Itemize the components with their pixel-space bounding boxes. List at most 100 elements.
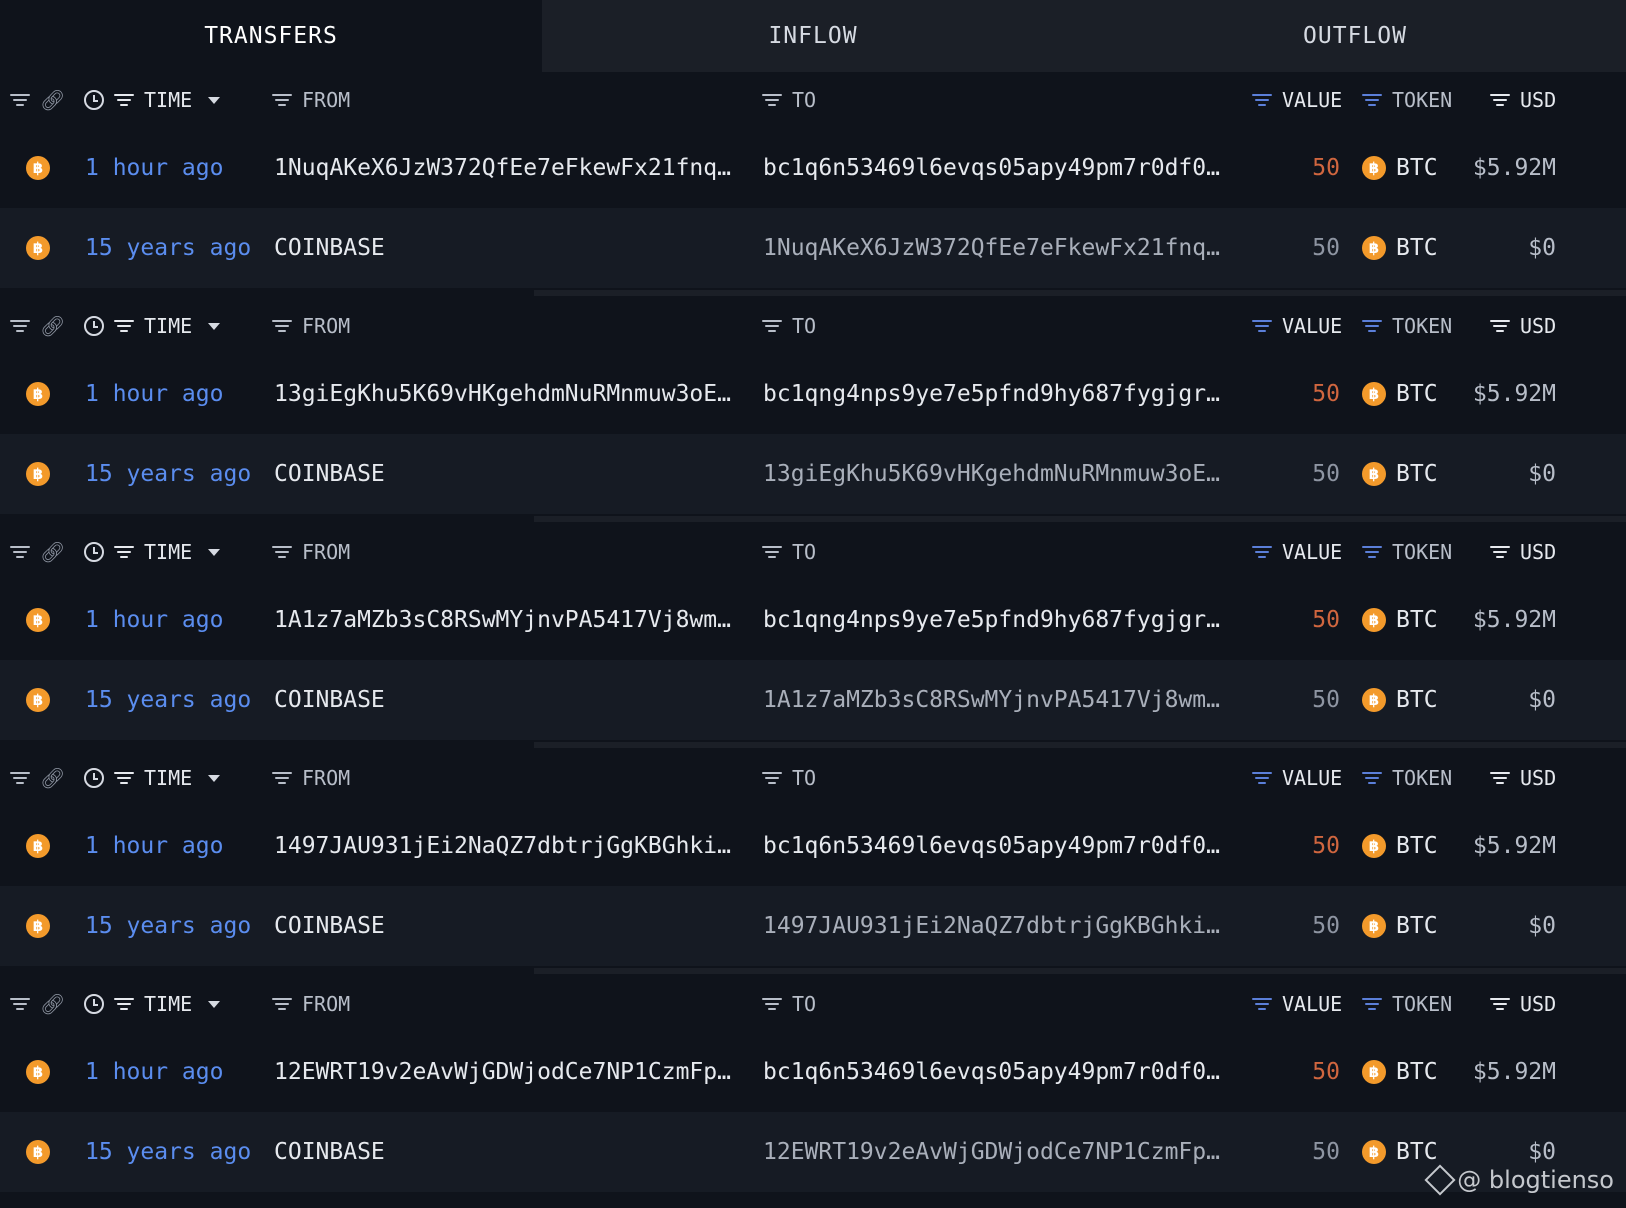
- filter-icon[interactable]: [114, 319, 134, 333]
- transfer-row[interactable]: ฿ 1 hour ago 12EWRT19v2eAvWjGDWjodCe7NP1Cz…: [0, 1032, 1626, 1112]
- time-link[interactable]: 15 years ago: [85, 461, 251, 487]
- time-link[interactable]: 1 hour ago: [85, 381, 223, 407]
- to-column-header[interactable]: TO: [762, 540, 816, 564]
- filter-icon[interactable]: [1252, 997, 1272, 1011]
- token-column-header[interactable]: TOKEN: [1362, 766, 1452, 790]
- filter-icon[interactable]: [114, 545, 134, 559]
- from-address[interactable]: COINBASE: [274, 235, 385, 261]
- filter-icon[interactable]: [1252, 319, 1272, 333]
- filter-icon[interactable]: [114, 997, 134, 1011]
- token-column-header[interactable]: TOKEN: [1362, 540, 1452, 564]
- from-column-header[interactable]: FROM: [272, 540, 350, 564]
- token-cell[interactable]: ฿ BTC: [1362, 833, 1438, 859]
- from-address[interactable]: COINBASE: [274, 913, 385, 939]
- link-icon[interactable]: 🔗︎: [40, 88, 65, 112]
- filter-icon[interactable]: [1252, 93, 1272, 107]
- to-address[interactable]: 1497JAU931jEi2NaQZ7dbtrjGgKBGhki…: [763, 913, 1220, 939]
- to-column-header[interactable]: TO: [762, 766, 816, 790]
- token-cell[interactable]: ฿ BTC: [1362, 235, 1438, 261]
- tab-transfers[interactable]: TRANSFERS: [0, 0, 542, 72]
- to-address[interactable]: bc1qng4nps9ye7e5pfnd9hy687fygjgr…: [763, 607, 1220, 633]
- time-column-header[interactable]: TIME: [84, 540, 221, 564]
- filter-icon[interactable]: [1362, 997, 1382, 1011]
- to-address[interactable]: 12EWRT19v2eAvWjGDWjodCe7NP1CzmFp…: [763, 1139, 1220, 1165]
- usd-column-header[interactable]: USD: [1490, 88, 1556, 112]
- filter-icon[interactable]: [272, 997, 292, 1011]
- transfer-row[interactable]: ฿ 15 years ago COINBASE 1A1z7aMZb3sC8RSwMYj…: [0, 660, 1626, 740]
- to-address[interactable]: bc1qng4nps9ye7e5pfnd9hy687fygjgr…: [763, 381, 1220, 407]
- value-column-header[interactable]: VALUE: [1252, 992, 1342, 1016]
- filter-icon[interactable]: [1362, 93, 1382, 107]
- value-column-header[interactable]: VALUE: [1252, 88, 1342, 112]
- tab-inflow[interactable]: INFLOW: [542, 0, 1084, 72]
- filter-icon[interactable]: [1252, 545, 1272, 559]
- time-link[interactable]: 15 years ago: [85, 1139, 251, 1165]
- filter-icon[interactable]: [1252, 771, 1272, 785]
- to-column-header[interactable]: TO: [762, 992, 816, 1016]
- filter-icon[interactable]: [10, 93, 30, 107]
- from-address[interactable]: 12EWRT19v2eAvWjGDWjodCe7NP1CzmFp…: [274, 1059, 731, 1085]
- time-column-header[interactable]: TIME: [84, 766, 221, 790]
- time-link[interactable]: 15 years ago: [85, 913, 251, 939]
- token-cell[interactable]: ฿ BTC: [1362, 155, 1438, 181]
- to-address[interactable]: 13giEgKhu5K69vHKgehdmNuRMnmuw3oE…: [763, 461, 1220, 487]
- filter-icon[interactable]: [272, 771, 292, 785]
- token-cell[interactable]: ฿ BTC: [1362, 1139, 1438, 1165]
- transfer-row[interactable]: ฿ 15 years ago COINBASE 1NuqAKeX6JzW372QfEe…: [0, 208, 1626, 288]
- from-address[interactable]: 13giEgKhu5K69vHKgehdmNuRMnmuw3oE…: [274, 381, 731, 407]
- usd-column-header[interactable]: USD: [1490, 540, 1556, 564]
- filter-icon[interactable]: [10, 319, 30, 333]
- time-link[interactable]: 15 years ago: [85, 687, 251, 713]
- filter-icon[interactable]: [1490, 771, 1510, 785]
- time-link[interactable]: 1 hour ago: [85, 1059, 223, 1085]
- value-column-header[interactable]: VALUE: [1252, 540, 1342, 564]
- token-cell[interactable]: ฿ BTC: [1362, 1059, 1438, 1085]
- token-cell[interactable]: ฿ BTC: [1362, 687, 1438, 713]
- transfer-row[interactable]: ฿ 1 hour ago 13giEgKhu5K69vHKgehdmNuRMnmuw…: [0, 354, 1626, 434]
- from-column-header[interactable]: FROM: [272, 314, 350, 338]
- usd-column-header[interactable]: USD: [1490, 766, 1556, 790]
- filter-icon[interactable]: [272, 93, 292, 107]
- filter-icon[interactable]: [1362, 319, 1382, 333]
- filter-icon[interactable]: [1362, 545, 1382, 559]
- filter-icon[interactable]: [10, 997, 30, 1011]
- filter-icon[interactable]: [762, 545, 782, 559]
- link-icon[interactable]: 🔗︎: [40, 992, 65, 1016]
- transfer-row[interactable]: ฿ 1 hour ago 1A1z7aMZb3sC8RSwMYjnvPA5417Vj…: [0, 580, 1626, 660]
- token-column-header[interactable]: TOKEN: [1362, 314, 1452, 338]
- link-icon[interactable]: 🔗︎: [40, 766, 65, 790]
- from-address[interactable]: 1NuqAKeX6JzW372QfEe7eFkewFx21fnq…: [274, 155, 731, 181]
- token-column-header[interactable]: TOKEN: [1362, 992, 1452, 1016]
- from-address[interactable]: 1497JAU931jEi2NaQZ7dbtrjGgKBGhki…: [274, 833, 731, 859]
- filter-icon[interactable]: [1362, 771, 1382, 785]
- value-column-header[interactable]: VALUE: [1252, 766, 1342, 790]
- value-column-header[interactable]: VALUE: [1252, 314, 1342, 338]
- from-column-header[interactable]: FROM: [272, 88, 350, 112]
- filter-icon[interactable]: [114, 93, 134, 107]
- from-address[interactable]: COINBASE: [274, 461, 385, 487]
- filter-icon[interactable]: [1490, 319, 1510, 333]
- filter-icon[interactable]: [10, 771, 30, 785]
- time-link[interactable]: 1 hour ago: [85, 607, 223, 633]
- filter-icon[interactable]: [1490, 93, 1510, 107]
- sort-caret-icon[interactable]: [208, 1000, 221, 1008]
- from-address[interactable]: 1A1z7aMZb3sC8RSwMYjnvPA5417Vj8wm…: [274, 607, 731, 633]
- to-address[interactable]: bc1q6n53469l6evqs05apy49pm7r0df0…: [763, 833, 1220, 859]
- to-column-header[interactable]: TO: [762, 314, 816, 338]
- to-address[interactable]: 1A1z7aMZb3sC8RSwMYjnvPA5417Vj8wm…: [763, 687, 1220, 713]
- filter-icon[interactable]: [762, 997, 782, 1011]
- time-link[interactable]: 1 hour ago: [85, 833, 223, 859]
- token-column-header[interactable]: TOKEN: [1362, 88, 1452, 112]
- filter-icon[interactable]: [1490, 545, 1510, 559]
- sort-caret-icon[interactable]: [208, 548, 221, 556]
- to-address[interactable]: 1NuqAKeX6JzW372QfEe7eFkewFx21fnq…: [763, 235, 1220, 261]
- filter-icon[interactable]: [1490, 997, 1510, 1011]
- filter-icon[interactable]: [272, 545, 292, 559]
- transfer-row[interactable]: ฿ 15 years ago COINBASE 13giEgKhu5K69vHKgeh…: [0, 434, 1626, 514]
- sort-caret-icon[interactable]: [208, 96, 221, 104]
- from-address[interactable]: COINBASE: [274, 1139, 385, 1165]
- token-cell[interactable]: ฿ BTC: [1362, 913, 1438, 939]
- time-column-header[interactable]: TIME: [84, 992, 221, 1016]
- to-address[interactable]: bc1q6n53469l6evqs05apy49pm7r0df0…: [763, 1059, 1220, 1085]
- usd-column-header[interactable]: USD: [1490, 314, 1556, 338]
